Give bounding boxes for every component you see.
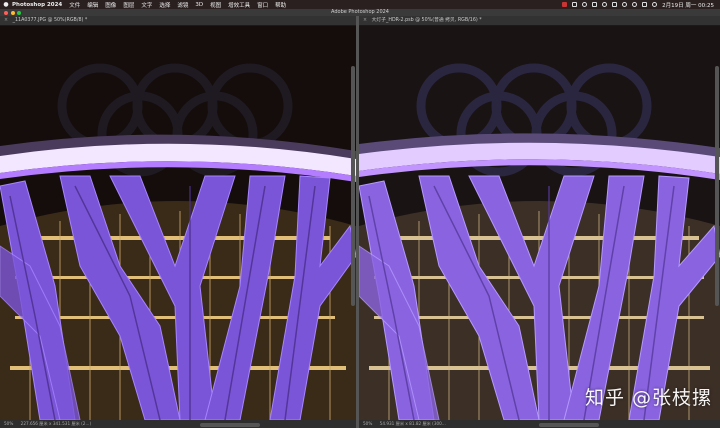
canvas-right[interactable] <box>359 26 720 420</box>
zoom-level[interactable]: 50% <box>363 421 372 426</box>
horizontal-scrollbar[interactable] <box>539 423 599 427</box>
menu-select[interactable]: 选择 <box>159 1 170 9</box>
zoom-window-button[interactable] <box>17 10 21 15</box>
tab-right-title: 大灯子_HDR-2.psb @ 50%(普通 拷贝, RGB/16) * <box>371 18 482 23</box>
status-area: 2月19日 周一 00:25 <box>562 0 714 9</box>
menu-edit[interactable]: 编辑 <box>87 1 98 9</box>
menu-help[interactable]: 帮助 <box>275 1 286 9</box>
menu-bar: ● Photoshop 2024 文件 编辑 图像 图层 文字 选择 滤镜 3D… <box>0 0 720 9</box>
menu-window[interactable]: 窗口 <box>257 1 268 9</box>
tab-left-title: _11A0377.JPG @ 50%(RGB/8) * <box>12 18 88 23</box>
control-center-icon[interactable] <box>642 2 648 7</box>
document-right: × 大灯子_HDR-2.psb @ 50%(普通 拷贝, RGB/16) * 5… <box>359 16 720 428</box>
minimize-window-button[interactable] <box>10 10 15 15</box>
document-size[interactable]: 227.656 厘米 x 341.531 厘米 (2...) <box>21 421 91 426</box>
wifi-icon[interactable] <box>622 2 628 7</box>
menu-3d[interactable]: 3D <box>195 2 203 8</box>
traffic-lights <box>4 10 21 15</box>
close-tab-icon[interactable]: × <box>4 18 8 23</box>
tab-left-document[interactable]: × _11A0377.JPG @ 50%(RGB/8) * <box>0 16 356 26</box>
status-bar-right: 50% 54.931 厘米 x 81.82 厘米 (300... <box>359 420 720 428</box>
watermark: 知乎 @张枝摞 <box>584 387 712 409</box>
tab-right-document[interactable]: × 大灯子_HDR-2.psb @ 50%(普通 拷贝, RGB/16) * <box>359 16 720 26</box>
upload-icon[interactable] <box>602 2 608 7</box>
window-icon[interactable] <box>572 2 578 7</box>
menu-filter[interactable]: 滤镜 <box>177 1 188 9</box>
document-size[interactable]: 54.931 厘米 x 81.82 厘米 (300... <box>380 421 446 426</box>
menu-layer[interactable]: 图层 <box>123 1 134 9</box>
menu-file[interactable]: 文件 <box>69 1 80 9</box>
menu-plugins[interactable]: 增效工具 <box>228 1 250 9</box>
menu-app-name[interactable]: Photoshop 2024 <box>12 2 62 8</box>
chat-icon[interactable] <box>592 2 598 7</box>
menu-type[interactable]: 文字 <box>141 1 152 9</box>
clock[interactable]: 2月19日 周一 00:25 <box>662 1 714 9</box>
zoom-level[interactable]: 50% <box>4 421 13 426</box>
canvas-left[interactable] <box>0 26 356 420</box>
document-left: × _11A0377.JPG @ 50%(RGB/8) * 50% 227.65… <box>0 16 356 428</box>
window-title-bar: Adobe Photoshop 2024 <box>0 9 720 16</box>
window-title: Adobe Photoshop 2024 <box>331 9 389 15</box>
siri-icon[interactable] <box>652 2 658 7</box>
close-window-button[interactable] <box>4 10 8 15</box>
recording-icon[interactable] <box>562 2 568 7</box>
photo-left <box>0 26 356 420</box>
close-tab-icon[interactable]: × <box>363 18 367 23</box>
status-bar-left: 50% 227.656 厘米 x 341.531 厘米 (2...) <box>0 420 356 428</box>
apple-icon[interactable]: ● <box>0 1 12 8</box>
menu-image[interactable]: 图像 <box>105 1 116 9</box>
camera-icon[interactable] <box>582 2 588 7</box>
photo-right <box>359 26 720 420</box>
vertical-scrollbar[interactable] <box>351 66 355 306</box>
horizontal-scrollbar[interactable] <box>200 423 260 427</box>
menu-view[interactable]: 视图 <box>210 1 221 9</box>
search-icon[interactable] <box>632 2 638 7</box>
battery-icon[interactable] <box>612 2 618 7</box>
vertical-scrollbar[interactable] <box>715 66 719 306</box>
